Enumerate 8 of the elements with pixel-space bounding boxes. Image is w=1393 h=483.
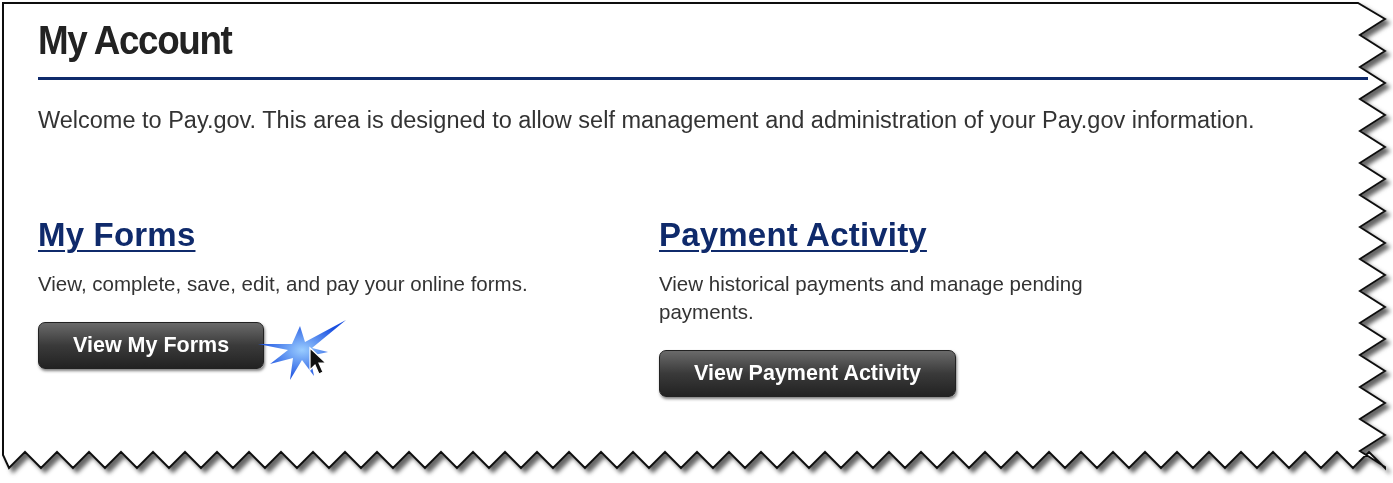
section-description: View historical payments and manage pending payments. — [659, 271, 1084, 325]
view-button[interactable]: View Payment Activity — [659, 350, 957, 397]
intro-text: Welcome to Pay.gov. This area is designed to allow self management and administration of your Pay.gov information. — [38, 106, 1256, 135]
section-link[interactable]: Payment Activity — [659, 216, 927, 254]
section-description: View, complete, save, edit, and pay your online forms. — [38, 271, 528, 297]
section-link[interactable]: My Forms — [38, 216, 196, 254]
view-button[interactable]: View My Forms — [38, 322, 265, 369]
page-title: My Account — [38, 18, 232, 63]
